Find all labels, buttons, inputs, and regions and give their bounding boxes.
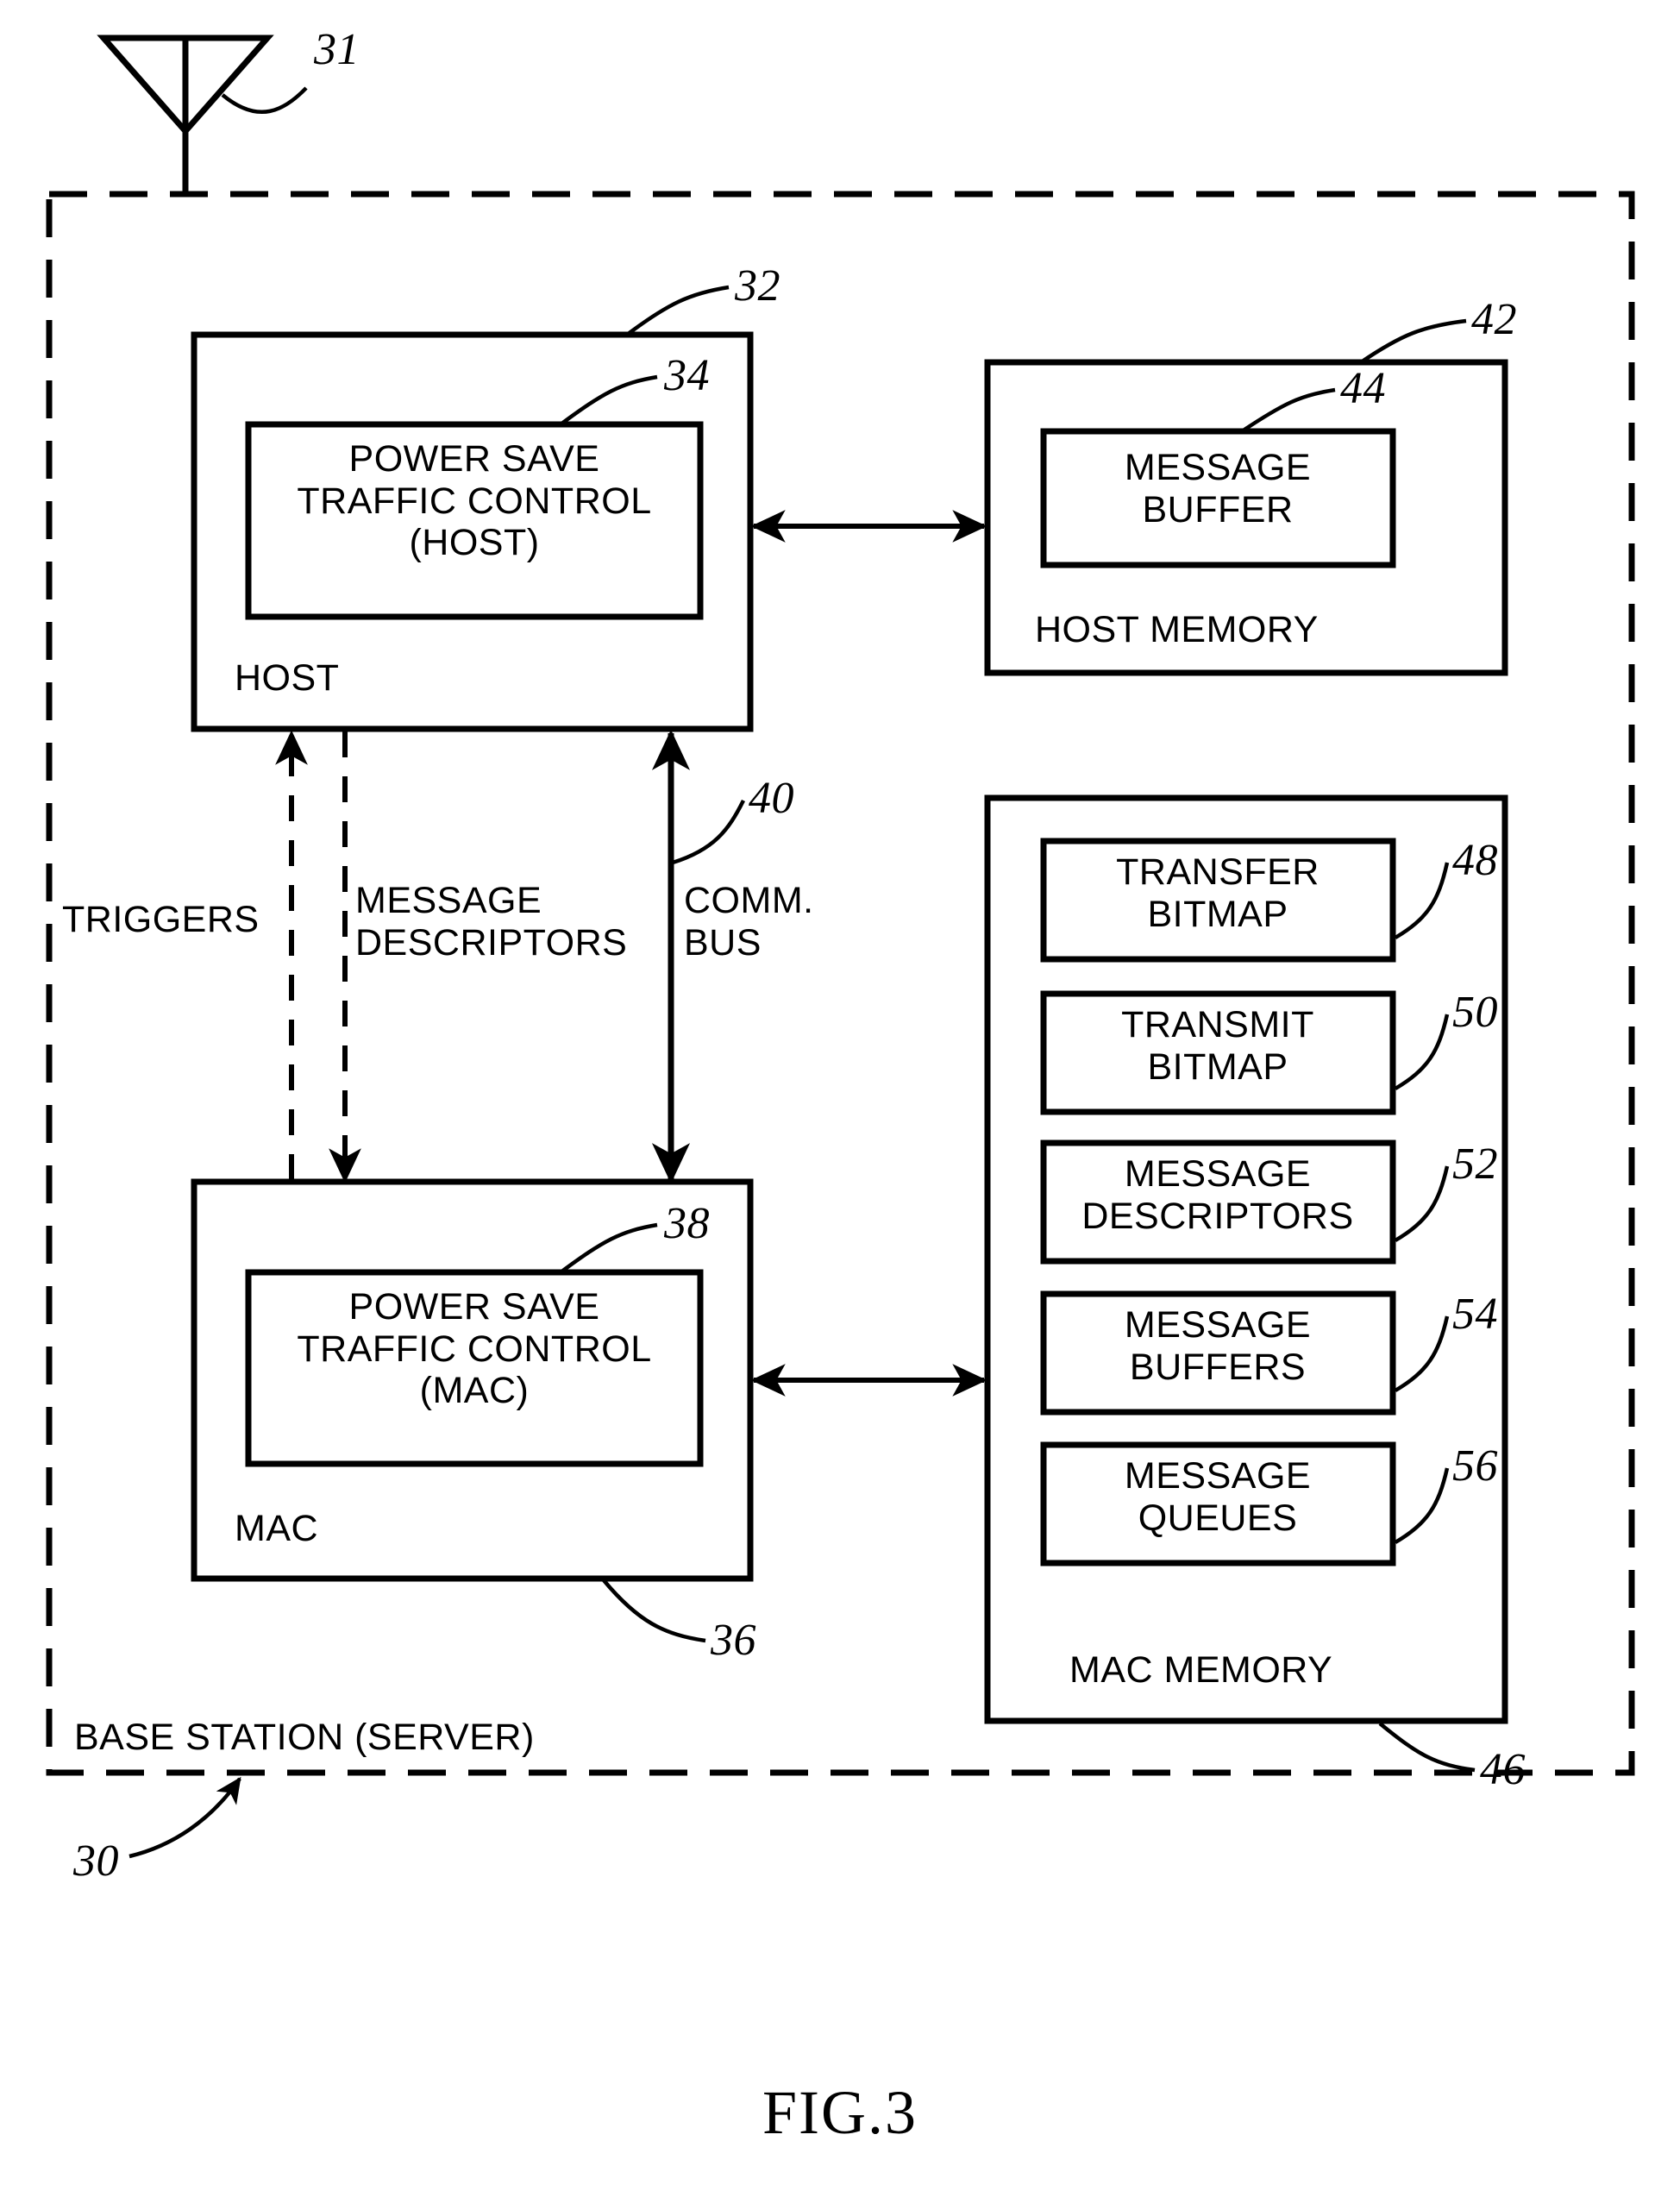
ref-54: 54 <box>1452 1290 1498 1339</box>
transmit-bitmap-line1: TRANSMIT <box>1121 1004 1314 1045</box>
pstc-host-line2: TRAFFIC CONTROL <box>297 480 652 522</box>
comm-bus-line2: BUS <box>684 921 762 964</box>
antenna-icon <box>97 35 274 194</box>
ref-40: 40 <box>749 774 794 823</box>
figure-line-art <box>46 35 1635 1859</box>
message-descriptors-link-line1: MESSAGE <box>355 880 542 921</box>
ref-56: 56 <box>1452 1441 1498 1491</box>
ref-30: 30 <box>73 1836 119 1886</box>
power-save-traffic-control-mac-label: POWER SAVE TRAFFIC CONTROL (MAC) <box>250 1286 699 1412</box>
figure-caption: FIG.3 <box>762 2078 918 2147</box>
power-save-traffic-control-host-label: POWER SAVE TRAFFIC CONTROL (HOST) <box>250 438 699 564</box>
ref-52: 52 <box>1452 1139 1498 1189</box>
mac-memory-label: MAC MEMORY <box>1069 1649 1333 1691</box>
host-memory-label: HOST MEMORY <box>1035 609 1319 650</box>
triggers-label: TRIGGERS <box>62 899 260 940</box>
message-buffers-line1: MESSAGE <box>1124 1304 1312 1346</box>
message-descriptors-line1: MESSAGE <box>1124 1153 1312 1195</box>
message-buffer-line2: BUFFER <box>1142 488 1294 530</box>
transmit-bitmap-line2: BITMAP <box>1147 1045 1288 1088</box>
pstc-mac-line1: POWER SAVE <box>348 1286 600 1328</box>
message-buffer-label: MESSAGE BUFFER <box>1045 447 1390 530</box>
base-station-label: BASE STATION (SERVER) <box>72 1717 536 1759</box>
pstc-host-line3: (HOST) <box>409 522 540 564</box>
ref-50: 50 <box>1452 988 1498 1037</box>
host-label: HOST <box>235 657 340 699</box>
pstc-host-line1: POWER SAVE <box>348 438 600 480</box>
ref-48: 48 <box>1452 836 1498 885</box>
message-buffer-line1: MESSAGE <box>1124 447 1312 488</box>
message-queues-line1: MESSAGE <box>1124 1455 1312 1497</box>
pstc-mac-line2: TRAFFIC CONTROL <box>297 1328 652 1370</box>
message-descriptors-link-line2: DESCRIPTORS <box>355 921 628 964</box>
transfer-bitmap-line1: TRANSFER <box>1116 851 1320 893</box>
ref-42: 42 <box>1471 295 1517 344</box>
ref-36: 36 <box>711 1616 756 1665</box>
message-queues-label: MESSAGE QUEUES <box>1045 1455 1390 1539</box>
ref-31: 31 <box>314 25 360 74</box>
patent-figure-sheet: 31 32 34 42 44 40 38 36 48 50 52 54 56 4… <box>0 0 1680 2191</box>
ref-44: 44 <box>1340 364 1386 413</box>
comm-bus-label: COMM. BUS <box>684 880 814 964</box>
ref-34: 34 <box>664 351 710 400</box>
transmit-bitmap-label: TRANSMIT BITMAP <box>1045 1004 1390 1088</box>
transfer-bitmap-label: TRANSFER BITMAP <box>1045 851 1390 935</box>
message-descriptors-link-label: MESSAGE DESCRIPTORS <box>355 880 627 964</box>
message-buffers-label: MESSAGE BUFFERS <box>1045 1304 1390 1388</box>
message-queues-line2: QUEUES <box>1138 1497 1298 1539</box>
mac-label: MAC <box>235 1508 319 1549</box>
ref-46: 46 <box>1480 1745 1526 1794</box>
message-buffers-line2: BUFFERS <box>1129 1346 1307 1388</box>
comm-bus-line1: COMM. <box>684 880 814 921</box>
transfer-bitmap-line2: BITMAP <box>1147 893 1288 935</box>
message-descriptors-line2: DESCRIPTORS <box>1081 1195 1354 1237</box>
pstc-mac-line3: (MAC) <box>419 1370 530 1412</box>
ref-32: 32 <box>735 261 780 311</box>
ref-38: 38 <box>664 1199 710 1248</box>
message-descriptors-label: MESSAGE DESCRIPTORS <box>1045 1153 1390 1237</box>
